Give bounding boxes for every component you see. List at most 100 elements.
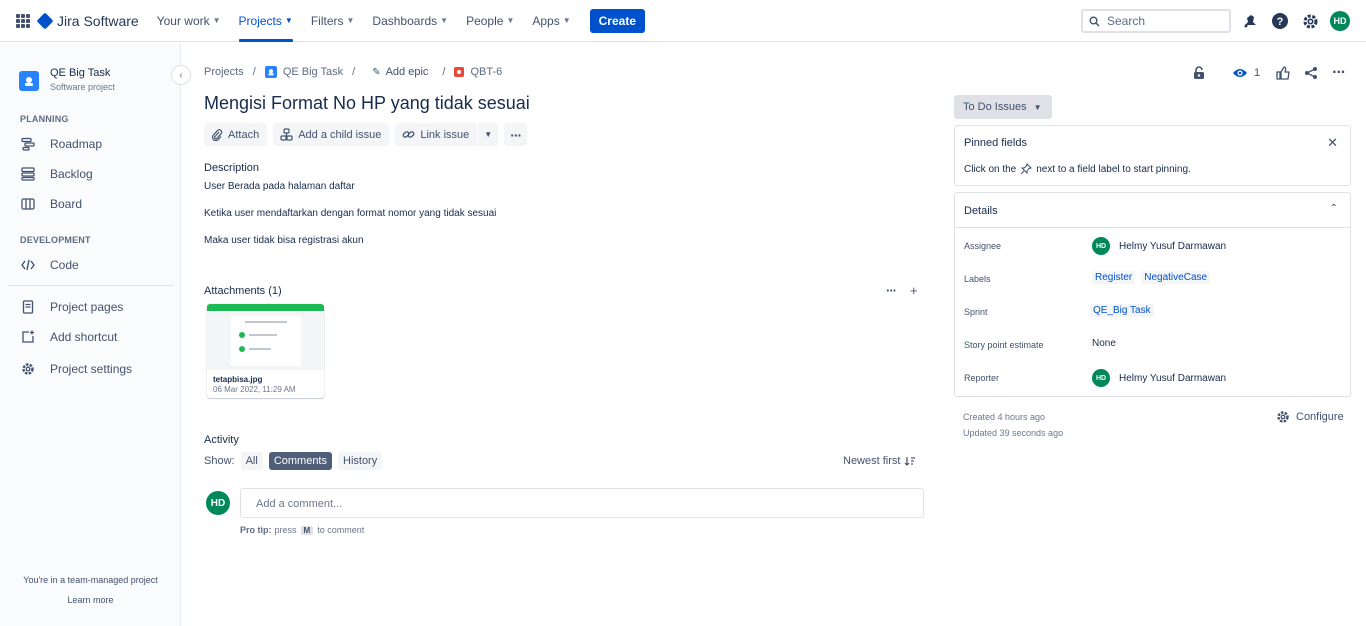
story-point-value[interactable]: None [1092, 338, 1116, 349]
attachment-file-name: tetapbisa.jpg [213, 375, 263, 384]
description-label: Description [204, 162, 260, 174]
chevron-down-icon: ▼ [284, 16, 293, 25]
gear-icon [1277, 411, 1289, 423]
sidebar-item-project-pages[interactable]: Project pages [20, 299, 123, 315]
sprint-tag[interactable]: QE_Big Task [1090, 304, 1154, 317]
nav-dashboards[interactable]: Dashboards ▼ [372, 0, 448, 42]
sidebar-item-roadmap[interactable]: Roadmap [20, 136, 102, 152]
nav-your-work[interactable]: Your work ▼ [157, 0, 221, 42]
jira-logo[interactable]: Jira Software [36, 12, 139, 29]
sprint-value[interactable]: QE_Big Task [1090, 304, 1160, 317]
like-icon[interactable] [1276, 63, 1290, 83]
link-issue-button[interactable]: Link issue [395, 123, 478, 146]
chevron-down-icon: ▼ [346, 16, 355, 25]
project-header[interactable]: QE Big Task Software project [19, 67, 115, 92]
sidebar-item-backlog[interactable]: Backlog [20, 166, 93, 182]
link-issue-dropdown[interactable]: ▼ [478, 123, 499, 146]
learn-more-link[interactable]: Learn more [0, 595, 181, 605]
board-icon [20, 196, 36, 212]
attach-button[interactable]: Attach [204, 123, 268, 146]
child-issue-icon [280, 128, 293, 141]
link-issue-group: Link issue ▼ [395, 123, 499, 146]
project-avatar-icon [19, 71, 39, 91]
project-avatar-icon [264, 66, 277, 78]
assignee-label: Assignee [964, 241, 1002, 251]
breadcrumb-projects[interactable]: Projects [204, 66, 244, 78]
sidebar-item-label: Project pages [50, 300, 124, 314]
more-icon[interactable]: ··· [1332, 63, 1346, 83]
watchers-button[interactable]: 1 [1232, 63, 1260, 83]
sidebar-item-code[interactable]: Code [20, 257, 79, 273]
paperclip-icon [211, 128, 223, 141]
help-icon[interactable]: ? [1270, 11, 1290, 31]
configure-button[interactable]: Configure [1276, 410, 1344, 424]
attach-label: Attach [228, 128, 260, 141]
breadcrumb-project[interactable]: QE Big Task [283, 66, 343, 78]
more-actions-button[interactable]: ··· [504, 123, 528, 146]
nav-people[interactable]: People ▼ [466, 0, 514, 42]
nav-apps[interactable]: Apps ▼ [532, 0, 570, 42]
description-line[interactable]: Ketika user mendaftarkan dengan format n… [204, 208, 496, 219]
description-line[interactable]: Maka user tidak bisa registrasi akun [204, 235, 364, 246]
nav-projects[interactable]: Projects ▼ [238, 0, 294, 42]
nav-filters[interactable]: Filters ▼ [311, 0, 355, 42]
chevron-up-icon[interactable]: ⌃ [1330, 203, 1338, 214]
details-title: Details [964, 205, 998, 217]
backlog-icon [20, 166, 36, 182]
reporter-value[interactable]: HD Helmy Yusuf Darmawan [1092, 369, 1226, 387]
filter-history[interactable]: History [338, 452, 383, 470]
gear-icon [20, 361, 36, 377]
collapse-sidebar-button[interactable]: ‹ [171, 65, 191, 85]
created-time: Created 4 hours ago [963, 412, 1046, 422]
sort-newest-first[interactable]: Newest first [843, 455, 916, 467]
user-avatar[interactable]: HD [1330, 11, 1350, 31]
reporter-name: Helmy Yusuf Darmawan [1119, 372, 1227, 384]
label-tag[interactable]: NegativeCase [1141, 271, 1211, 284]
configure-label: Configure [1296, 411, 1344, 423]
issue-actions: Attach Add a child issue Link issue ▼ ··… [204, 123, 528, 146]
lock-icon[interactable] [1192, 63, 1206, 83]
attachment-card[interactable]: tetapbisa.jpg 06 Mar 2022, 11:29 AM [207, 304, 324, 398]
svg-text:?: ? [1277, 16, 1284, 28]
filter-comments[interactable]: Comments [268, 452, 332, 470]
create-button[interactable]: Create [589, 8, 645, 33]
close-icon[interactable]: ✕ [1327, 135, 1338, 151]
show-label: Show: [204, 455, 235, 467]
status-dropdown[interactable]: To Do Issues ▼ [954, 95, 1052, 119]
sprint-label: Sprint [964, 307, 988, 317]
app-switcher-icon[interactable] [16, 13, 30, 28]
breadcrumb-issue-key[interactable]: QBT-6 [470, 66, 502, 78]
sort-icon [905, 457, 916, 466]
breadcrumb-add-epic[interactable]: Add epic [386, 66, 429, 78]
share-icon[interactable] [1304, 63, 1318, 83]
labels-value[interactable]: Register NegativeCase [1092, 271, 1216, 284]
add-icon[interactable]: + [910, 283, 918, 298]
add-shortcut-icon [20, 329, 36, 345]
assignee-value[interactable]: HD Helmy Yusuf Darmawan [1092, 237, 1226, 255]
sidebar: QE Big Task Software project PLANNING Ro… [0, 43, 181, 626]
search-input[interactable]: Search [1081, 9, 1231, 33]
protip-label: Pro tip: [240, 525, 272, 535]
notifications-icon[interactable] [1240, 11, 1260, 31]
sidebar-item-project-settings[interactable]: Project settings [20, 361, 132, 377]
pro-tip: Pro tip: press M to comment [240, 525, 364, 535]
add-child-issue-button[interactable]: Add a child issue [273, 123, 390, 146]
issue-title[interactable]: Mengisi Format No HP yang tidak sesuai [204, 93, 530, 114]
label-tag[interactable]: Register [1092, 271, 1136, 284]
search-placeholder: Search [1107, 14, 1146, 28]
nav-label: Dashboards [372, 13, 438, 28]
add-comment-input[interactable]: Add a comment... [240, 488, 924, 518]
attachments-tools: ··· + [886, 283, 918, 298]
settings-gear-icon[interactable] [1300, 11, 1320, 31]
sort-label: Newest first [843, 455, 901, 467]
description-line[interactable]: User Berada pada halaman daftar [204, 181, 355, 192]
more-icon[interactable]: ··· [886, 283, 897, 298]
page-icon [20, 299, 36, 315]
filter-all[interactable]: All [240, 452, 263, 470]
sidebar-item-add-shortcut[interactable]: Add shortcut [20, 329, 117, 345]
breadcrumb-separator: / [442, 66, 446, 78]
sidebar-item-board[interactable]: Board [20, 196, 82, 212]
project-type: Software project [50, 82, 116, 92]
details-header[interactable]: Details ⌃ [955, 193, 1350, 228]
chevron-down-icon: ▼ [484, 130, 493, 139]
